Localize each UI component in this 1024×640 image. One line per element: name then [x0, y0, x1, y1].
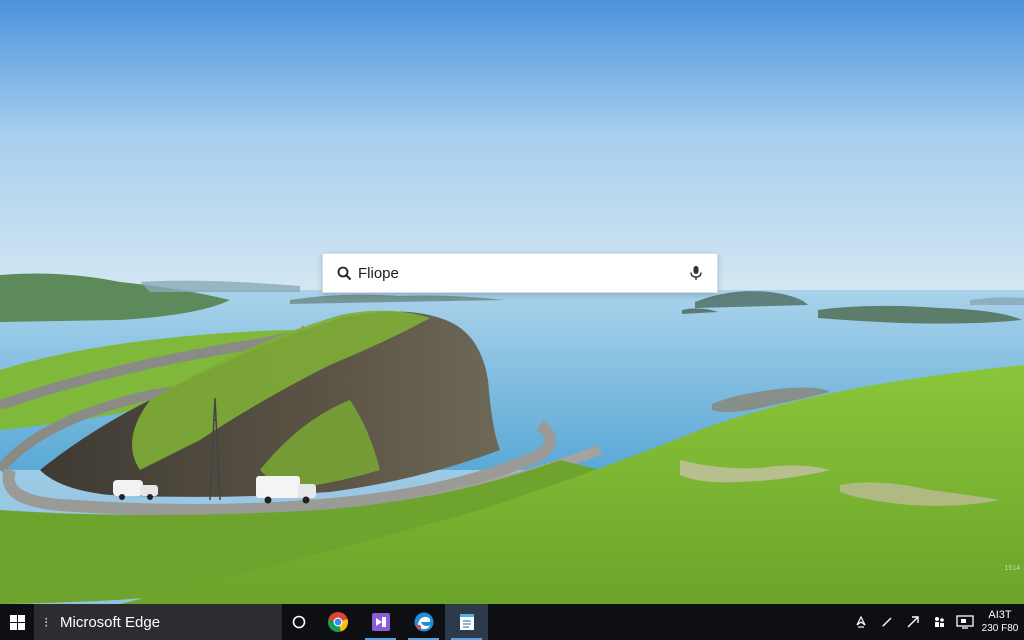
windows-logo-icon — [9, 614, 25, 630]
search-box[interactable]: Fliope — [322, 253, 718, 293]
taskbar-app-chrome[interactable] — [316, 604, 359, 640]
taskbar-search-cursor-icon: ⁝ — [44, 613, 49, 630]
start-button[interactable] — [0, 604, 34, 640]
taskbar-search-box[interactable]: ⁝ Microsoft Edge — [34, 604, 282, 640]
display-icon — [956, 615, 974, 629]
clock-time: AI3T — [988, 609, 1012, 621]
edge-icon — [414, 612, 433, 632]
people-icon — [935, 617, 944, 627]
visual-studio-icon — [371, 613, 390, 631]
search-icon — [336, 265, 352, 281]
taskbar-app-visual-studio[interactable] — [359, 604, 402, 640]
tray-send-button[interactable] — [900, 604, 926, 640]
system-tray: AI3T 230 F80 — [848, 604, 1024, 640]
network-icon — [856, 615, 866, 628]
wallpaper-corner-mark: 1514 — [1004, 565, 1020, 572]
notepad-icon — [459, 614, 474, 630]
task-view-button[interactable] — [282, 604, 316, 640]
tray-network-button[interactable] — [848, 604, 874, 640]
microphone-icon[interactable] — [687, 264, 705, 282]
wallpaper-landscape — [0, 0, 1024, 604]
taskbar: ⁝ Microsoft Edge AI3T 230 F80 — [0, 604, 1024, 640]
chrome-icon — [327, 612, 348, 632]
clock-date: 230 F80 — [981, 623, 1019, 634]
tray-people-button[interactable] — [926, 604, 952, 640]
taskbar-app-notepad[interactable] — [445, 604, 488, 640]
send-icon — [907, 616, 919, 628]
taskbar-clock[interactable]: AI3T 230 F80 — [978, 604, 1022, 640]
search-input[interactable]: Fliope — [358, 265, 687, 282]
tray-pen-button[interactable] — [874, 604, 900, 640]
pen-icon — [882, 617, 892, 627]
taskbar-search-label: Microsoft Edge — [60, 613, 161, 631]
desktop: 1514 Fliope ⁝ Microsoft Edge AI3T 230 F8… — [0, 0, 1024, 640]
taskbar-app-edge[interactable] — [402, 604, 445, 640]
tray-display-button[interactable] — [952, 604, 978, 640]
task-view-icon — [292, 615, 306, 629]
